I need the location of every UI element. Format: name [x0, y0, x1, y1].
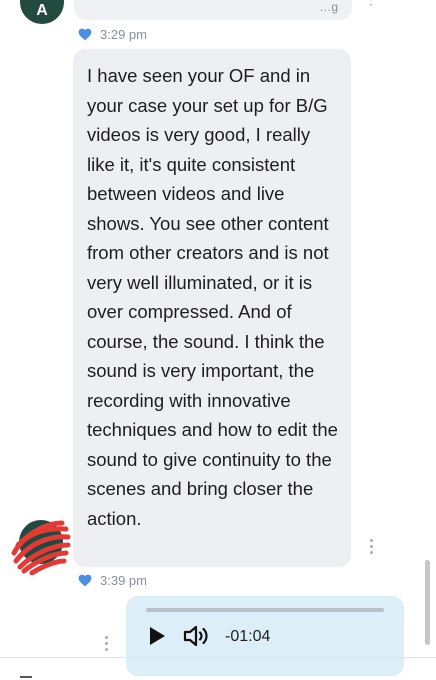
more-options-icon[interactable]	[103, 636, 109, 651]
heart-icon[interactable]	[78, 574, 92, 587]
divider	[0, 657, 436, 658]
message-time: 3:39 pm	[100, 572, 147, 588]
message-time: 3:29 pm	[100, 26, 147, 42]
scrollbar[interactable]	[425, 560, 430, 645]
avatar-initial: A	[36, 2, 48, 19]
message-text-fragment: …g	[319, 0, 338, 14]
message-text: I have seen your OF and in your case you…	[87, 65, 338, 529]
redaction-scribble	[11, 520, 71, 575]
volume-icon[interactable]	[183, 625, 211, 647]
message-bubble-previous[interactable]: …g	[74, 0, 352, 20]
play-icon[interactable]	[148, 627, 166, 645]
audio-message-bubble[interactable]: -01:04	[126, 596, 404, 676]
message-meta: 3:39 pm	[78, 570, 147, 590]
audio-progress-bar[interactable]	[146, 608, 384, 612]
message-bubble[interactable]: I have seen your OF and in your case you…	[73, 49, 351, 567]
more-options-icon[interactable]: ⋮	[364, 0, 378, 6]
more-options-icon[interactable]	[368, 539, 374, 554]
heart-icon[interactable]	[78, 28, 92, 41]
audio-remaining-time: -01:04	[225, 628, 271, 645]
avatar[interactable]: A	[20, 0, 64, 24]
composer-edge	[20, 676, 32, 678]
message-meta: 3:29 pm	[78, 24, 147, 44]
